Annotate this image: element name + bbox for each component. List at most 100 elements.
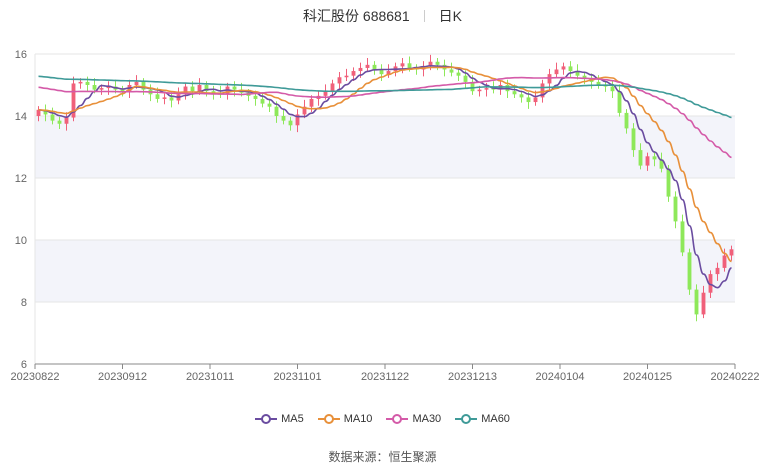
legend-item-ma30[interactable]: MA30 xyxy=(386,413,441,425)
x-tick-label: 20240104 xyxy=(536,371,585,383)
legend-item-ma10[interactable]: MA10 xyxy=(317,413,373,425)
candle-body xyxy=(715,267,720,275)
candle-body xyxy=(267,103,272,107)
y-tick-label: 16 xyxy=(15,49,27,61)
chart-root: 科汇股份 688681 日K 6 8 10 12 14 16 20230822 2023091… xyxy=(0,0,765,465)
candle-body xyxy=(456,72,461,76)
legend-label: MA30 xyxy=(412,413,442,425)
candle xyxy=(302,99,307,119)
legend-marker-icon xyxy=(455,414,478,424)
legend-marker-icon xyxy=(317,414,340,424)
candle-body xyxy=(477,89,482,92)
candle xyxy=(596,75,601,89)
candle-body xyxy=(652,156,657,160)
candlestick-chart: 6 8 10 12 14 16 20230822 20230912 20231011 20231… xyxy=(11,49,760,383)
legend-label: MA60 xyxy=(481,413,510,425)
candle-body xyxy=(617,91,622,113)
candle-body xyxy=(337,77,342,84)
candle-body xyxy=(155,94,160,99)
candle xyxy=(379,64,384,81)
candle xyxy=(162,93,167,105)
candle xyxy=(386,64,391,78)
candle xyxy=(435,58,440,71)
candle-body xyxy=(50,114,55,121)
legend: MA5 MA10 MA30 MA60 xyxy=(0,413,765,425)
x-tick-label: 20240125 xyxy=(623,371,672,383)
data-source: 数据来源：恒生聚源 xyxy=(0,448,765,465)
legend-label: MA10 xyxy=(343,413,373,425)
background-band-0 xyxy=(35,116,735,178)
candle-body xyxy=(197,85,202,92)
candle-body xyxy=(351,71,356,76)
candle-body xyxy=(288,120,293,126)
legend-item-ma5[interactable]: MA5 xyxy=(255,413,304,425)
candle xyxy=(260,92,265,108)
candle-body xyxy=(232,86,237,90)
x-tick-label: 20240222 xyxy=(711,371,760,383)
candle xyxy=(414,64,419,75)
source-label: 数据来源： xyxy=(328,450,389,464)
candle-body xyxy=(554,69,559,75)
candle-body xyxy=(638,150,643,166)
candle-body xyxy=(36,109,41,116)
candle xyxy=(218,85,223,99)
candle xyxy=(372,61,377,75)
candle-body xyxy=(78,81,83,84)
legend-item-ma60[interactable]: MA60 xyxy=(455,413,510,425)
candle xyxy=(680,214,685,257)
x-tick-label: 20231213 xyxy=(448,371,497,383)
y-tick-label: 8 xyxy=(21,297,27,309)
candle xyxy=(694,284,699,322)
y-tick-label: 10 xyxy=(15,235,27,247)
candle-body xyxy=(64,117,69,124)
candle-body xyxy=(687,252,692,290)
x-tick-label: 20230912 xyxy=(98,371,147,383)
candle-body xyxy=(645,156,650,166)
y-tick-label: 14 xyxy=(15,111,27,123)
candle-body xyxy=(435,61,440,65)
candle-body xyxy=(701,292,706,315)
candle-body xyxy=(561,66,566,70)
legend-label: MA5 xyxy=(281,413,304,425)
candle xyxy=(617,84,622,117)
x-tick-label: 20230822 xyxy=(11,371,60,383)
candle-body xyxy=(260,98,265,104)
candle-body xyxy=(358,67,363,72)
candle-body xyxy=(281,116,286,121)
candle-body xyxy=(624,112,629,129)
candle xyxy=(449,62,454,77)
candle-body xyxy=(253,95,258,99)
candle-body xyxy=(92,85,97,90)
candle xyxy=(365,58,370,72)
candle-body xyxy=(99,88,104,90)
candle-body xyxy=(519,94,524,98)
candle-body xyxy=(407,63,412,68)
candle xyxy=(176,87,181,105)
candle-body xyxy=(57,120,62,124)
candle-body xyxy=(449,69,454,73)
candle-body xyxy=(463,75,468,82)
candle-body xyxy=(680,221,685,253)
candle xyxy=(169,92,174,108)
candle xyxy=(316,90,321,106)
candle-body xyxy=(631,128,636,151)
legend-marker-icon xyxy=(386,414,409,424)
y-tick-label: 6 xyxy=(21,359,27,371)
candle-body xyxy=(169,97,174,101)
background-band-1 xyxy=(35,240,735,302)
candle-body xyxy=(722,255,727,268)
candle xyxy=(554,62,559,78)
candle xyxy=(673,191,678,229)
x-axis: 20230822 20230912 20231011 20231101 20231122… xyxy=(11,363,760,383)
candle-body xyxy=(274,106,279,116)
y-tick-label: 12 xyxy=(15,173,27,185)
candle xyxy=(148,84,153,102)
candle xyxy=(568,61,573,78)
candle xyxy=(456,68,461,81)
grid-lines xyxy=(34,53,735,365)
candle-body xyxy=(344,75,349,78)
candle-body xyxy=(309,98,314,107)
candle-body xyxy=(547,74,552,84)
candle-body xyxy=(533,97,538,103)
candle xyxy=(267,99,272,112)
